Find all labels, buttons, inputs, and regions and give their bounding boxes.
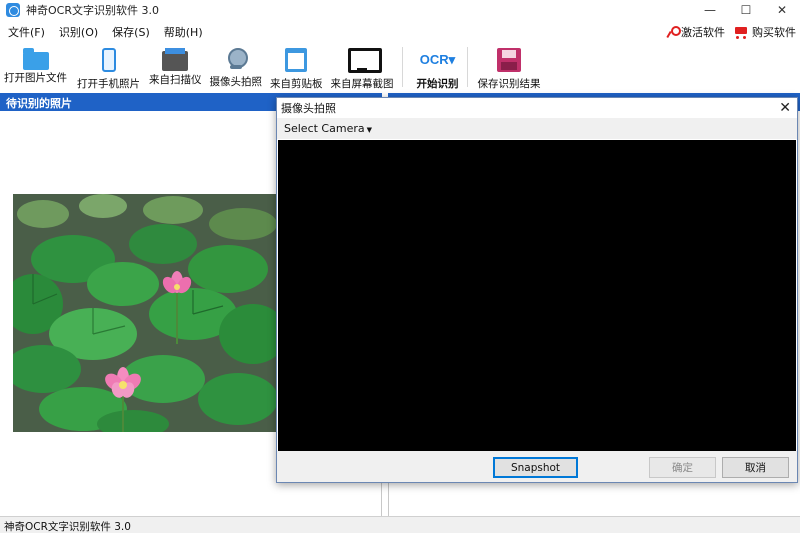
screen-capture-label: 来自屏幕截图 bbox=[330, 78, 394, 90]
ocr-icon: OCR▾ bbox=[419, 52, 456, 67]
select-camera-menu[interactable]: Select Camera ▼ bbox=[284, 122, 372, 135]
lotus-image bbox=[13, 194, 277, 432]
window-title: 神奇OCR文字识别软件 3.0 bbox=[26, 4, 159, 17]
folder-icon bbox=[22, 48, 49, 70]
maximize-button[interactable]: ☐ bbox=[728, 0, 764, 20]
title-bar: 神奇OCR文字识别软件 3.0 — ☐ ✕ bbox=[0, 0, 800, 20]
menu-recognize[interactable]: 识别(O) bbox=[52, 24, 105, 40]
close-button[interactable]: ✕ bbox=[764, 0, 800, 20]
scanner-icon bbox=[162, 48, 189, 71]
minimize-button[interactable]: — bbox=[692, 0, 728, 20]
open-phone-photo-label: 打开手机照片 bbox=[77, 78, 140, 90]
from-clipboard-label: 来自剪贴板 bbox=[270, 78, 323, 90]
from-scanner-button[interactable]: 来自扫描仪 bbox=[149, 44, 202, 91]
save-icon bbox=[497, 48, 521, 72]
camera-dialog: 摄像头拍照 ✕ Select Camera ▼ Snapshot 确定 取消 bbox=[276, 97, 798, 483]
menu-file[interactable]: 文件(F) bbox=[0, 24, 52, 40]
account-links: 激活软件 购买软件 bbox=[666, 22, 796, 42]
cancel-button[interactable]: 取消 bbox=[722, 457, 789, 478]
webcam-icon bbox=[226, 48, 248, 70]
toolbar: 打开图片文件 打开手机照片 来自扫描仪 摄像头拍照 来自剪贴板 来自屏幕截图 O… bbox=[0, 44, 800, 91]
from-scanner-label: 来自扫描仪 bbox=[149, 74, 202, 86]
open-image-button[interactable]: 打开图片文件 bbox=[4, 44, 67, 91]
ok-button[interactable]: 确定 bbox=[649, 457, 716, 478]
cart-icon bbox=[733, 26, 749, 39]
status-bar: 神奇OCR文字识别软件 3.0 bbox=[0, 516, 800, 533]
from-clipboard-button[interactable]: 来自剪贴板 bbox=[270, 44, 323, 91]
snapshot-button[interactable]: Snapshot bbox=[493, 457, 578, 478]
open-image-label: 打开图片文件 bbox=[4, 72, 67, 84]
webcam-capture-button[interactable]: 摄像头拍照 bbox=[209, 44, 263, 91]
screen-capture-button[interactable]: 来自屏幕截图 bbox=[331, 44, 394, 91]
open-phone-photo-button[interactable]: 打开手机照片 bbox=[77, 44, 140, 91]
menu-help[interactable]: 帮助(H) bbox=[157, 24, 210, 40]
buy-link[interactable]: 购买软件 bbox=[733, 24, 796, 40]
monitor-icon bbox=[348, 48, 382, 73]
lotus-photo bbox=[13, 194, 277, 432]
buy-label: 购买软件 bbox=[752, 26, 796, 39]
webcam-capture-label: 摄像头拍照 bbox=[209, 76, 263, 88]
dialog-title: 摄像头拍照 bbox=[281, 102, 336, 115]
activate-label: 激活软件 bbox=[681, 26, 725, 39]
dialog-title-bar: 摄像头拍照 ✕ bbox=[277, 98, 797, 118]
start-ocr-button[interactable]: OCR▾ 开始识别 bbox=[417, 44, 459, 91]
menu-bar: 文件(F) 识别(O) 保存(S) 帮助(H) 激活软件 购买软件 bbox=[0, 22, 800, 42]
menu-save[interactable]: 保存(S) bbox=[105, 24, 157, 40]
toolbar-separator bbox=[401, 47, 403, 87]
camera-preview bbox=[278, 140, 796, 451]
select-camera-label: Select Camera bbox=[284, 122, 365, 135]
app-logo-icon bbox=[6, 3, 20, 17]
window-controls: — ☐ ✕ bbox=[692, 0, 800, 20]
chevron-down-icon: ▼ bbox=[366, 126, 372, 134]
dialog-menu-bar: Select Camera ▼ bbox=[277, 118, 797, 139]
key-icon bbox=[666, 26, 681, 38]
activate-link[interactable]: 激活软件 bbox=[666, 24, 725, 40]
clipboard-icon bbox=[285, 48, 308, 72]
save-result-label: 保存识别结果 bbox=[477, 78, 541, 90]
dialog-footer: Snapshot 确定 取消 bbox=[277, 451, 797, 482]
phone-icon bbox=[101, 48, 116, 72]
dialog-close-button[interactable]: ✕ bbox=[779, 100, 791, 116]
toolbar-separator bbox=[466, 47, 468, 87]
start-ocr-label: 开始识别 bbox=[416, 78, 459, 90]
save-result-button[interactable]: 保存识别结果 bbox=[478, 44, 541, 91]
